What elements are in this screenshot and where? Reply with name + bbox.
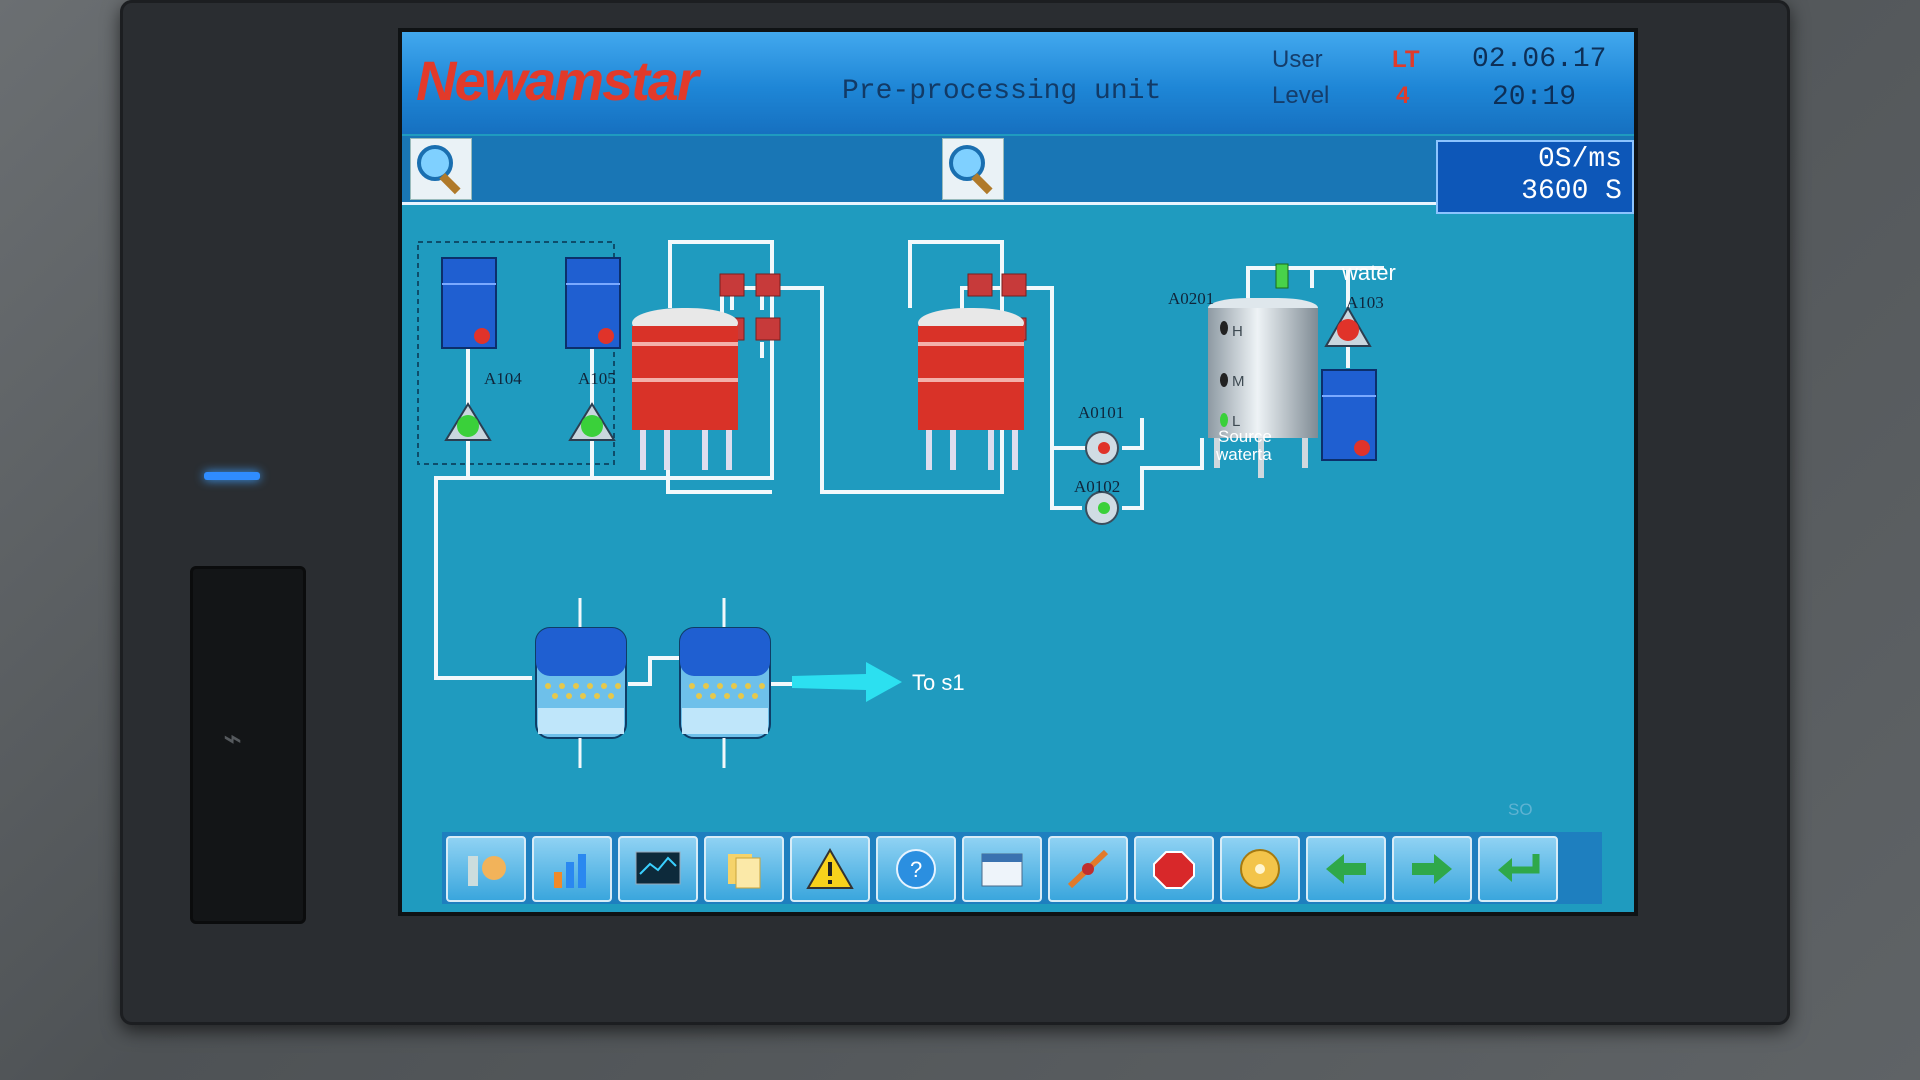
rate-display: 0S/ms 3600 S bbox=[1436, 140, 1634, 214]
calendar-button[interactable] bbox=[962, 836, 1042, 902]
source-label-1: Source bbox=[1218, 427, 1272, 446]
tools-button[interactable] bbox=[446, 836, 526, 902]
zoom-left-button[interactable] bbox=[410, 138, 472, 200]
tag-a0201: A0201 bbox=[1168, 289, 1214, 308]
pump-a0101[interactable] bbox=[1085, 431, 1119, 465]
device-photo-background: ⌁ Newamstar Pre-processing unit User LT … bbox=[0, 0, 1920, 1080]
water-label: water bbox=[1341, 260, 1396, 285]
help-icon: ? bbox=[896, 849, 936, 889]
stop-button[interactable] bbox=[1134, 836, 1214, 902]
tag-a105: A105 bbox=[578, 369, 616, 388]
alarm-button[interactable] bbox=[790, 836, 870, 902]
warning-icon bbox=[806, 848, 854, 889]
usb-icon: ⌁ bbox=[223, 720, 243, 756]
level-h-label: H bbox=[1232, 323, 1243, 340]
drum-a103[interactable] bbox=[1321, 369, 1377, 461]
drum-a105[interactable] bbox=[565, 257, 621, 349]
process-diagram: A104 A105 A0101 A0102 A0201 A103 water H… bbox=[417, 240, 1396, 768]
return-icon bbox=[1498, 854, 1540, 882]
pump-a104[interactable] bbox=[444, 402, 492, 441]
usb-port-cover[interactable]: ⌁ bbox=[190, 566, 306, 924]
pump-a0102[interactable] bbox=[1085, 491, 1119, 525]
outlet-arrow-icon bbox=[792, 662, 902, 702]
trend-monitor-icon bbox=[635, 851, 681, 885]
page-title: Pre-processing unit bbox=[842, 76, 1162, 107]
connect-icon bbox=[1067, 849, 1109, 889]
outlet-label: To s1 bbox=[912, 670, 965, 695]
power-led bbox=[204, 472, 260, 480]
disc-icon bbox=[1240, 849, 1280, 889]
tank-2[interactable] bbox=[918, 308, 1024, 470]
header-bar: Newamstar Pre-processing unit User LT Le… bbox=[402, 32, 1634, 134]
hmi-screen: Newamstar Pre-processing unit User LT Le… bbox=[398, 28, 1638, 916]
trend-button[interactable] bbox=[618, 836, 698, 902]
footer-mark: SO bbox=[1508, 800, 1533, 819]
statistics-button[interactable] bbox=[532, 836, 612, 902]
arrow-right-icon bbox=[1412, 854, 1452, 884]
source-label-2: waterta bbox=[1215, 445, 1272, 464]
tools-icon bbox=[468, 856, 506, 886]
tag-a0101: A0101 bbox=[1078, 403, 1124, 422]
level-label: Level bbox=[1272, 82, 1330, 109]
tag-a0102: A0102 bbox=[1074, 477, 1120, 496]
rate-line-1: 0S/ms bbox=[1537, 144, 1622, 175]
next-page-button[interactable] bbox=[1392, 836, 1472, 902]
documents-icon bbox=[728, 854, 761, 889]
tag-a104: A104 bbox=[484, 369, 522, 388]
return-button[interactable] bbox=[1478, 836, 1558, 902]
rate-line-2: 3600 S bbox=[1521, 176, 1622, 207]
valve-a0201[interactable] bbox=[1275, 263, 1289, 289]
pump-a103[interactable] bbox=[1324, 306, 1372, 347]
svg-text:?: ? bbox=[910, 857, 922, 882]
bottom-button-bar: ? bbox=[442, 832, 1602, 904]
drum-a104[interactable] bbox=[441, 257, 497, 349]
level-value: 4 bbox=[1396, 82, 1410, 109]
filter-1[interactable] bbox=[535, 598, 627, 768]
zoom-center-button[interactable] bbox=[942, 138, 1004, 200]
disc-button[interactable] bbox=[1220, 836, 1300, 902]
magnifier-icon bbox=[417, 145, 461, 195]
date-display: 02.06.17 bbox=[1472, 44, 1607, 75]
documents-button[interactable] bbox=[704, 836, 784, 902]
pump-a105[interactable] bbox=[568, 402, 616, 441]
previous-page-button[interactable] bbox=[1306, 836, 1386, 902]
bar-chart-icon bbox=[554, 854, 586, 888]
level-m-label: M bbox=[1232, 373, 1245, 390]
tag-a103: A103 bbox=[1346, 293, 1384, 312]
tank-1[interactable] bbox=[632, 308, 738, 470]
filter-2[interactable] bbox=[679, 598, 771, 768]
calendar-icon bbox=[981, 853, 1023, 887]
user-label: User bbox=[1272, 46, 1323, 73]
arrow-left-icon bbox=[1326, 854, 1366, 884]
stop-icon bbox=[1153, 851, 1195, 889]
user-value: LT bbox=[1392, 46, 1420, 73]
time-display: 20:19 bbox=[1492, 82, 1577, 113]
connect-button[interactable] bbox=[1048, 836, 1128, 902]
help-button[interactable]: ? bbox=[876, 836, 956, 902]
brand-logo: Newamstar bbox=[416, 49, 699, 112]
magnifier-icon bbox=[949, 145, 993, 195]
